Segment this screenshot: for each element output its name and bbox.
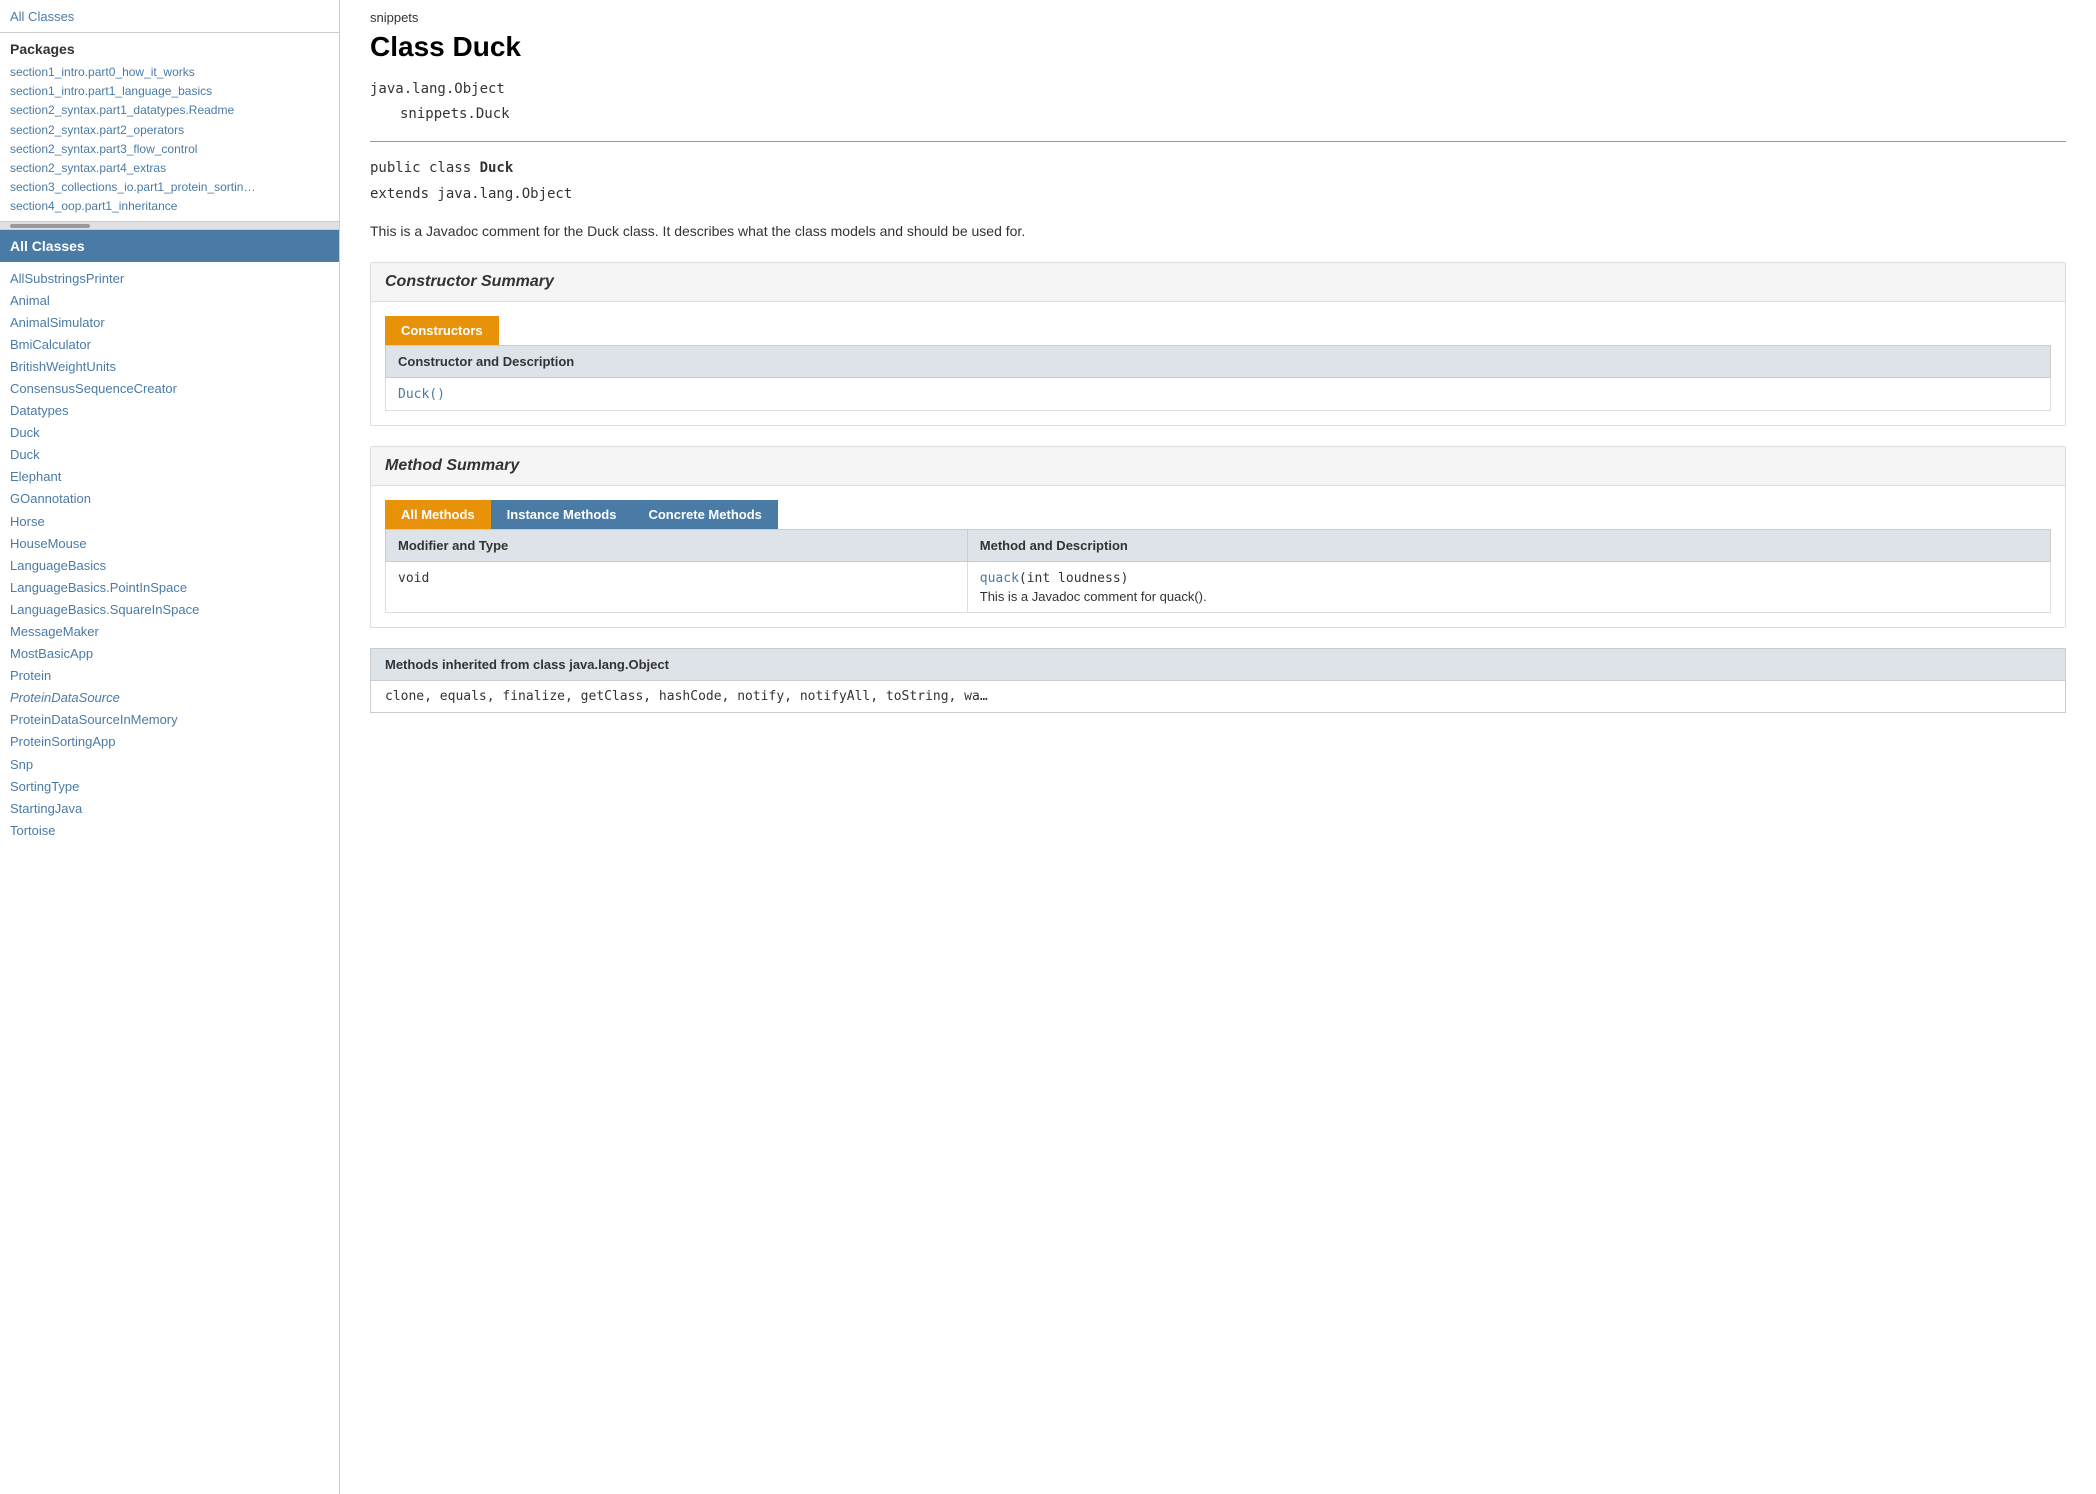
method-link[interactable]: quack: [980, 571, 1019, 586]
inherited-body: clone, equals, finalize, getClass, hashC…: [370, 680, 2066, 713]
class-list-item[interactable]: ProteinDataSource: [10, 687, 329, 709]
package-link[interactable]: section2_syntax.part1_datatypes.Readme: [10, 101, 329, 120]
package-link[interactable]: section1_intro.part0_how_it_works: [10, 63, 329, 82]
class-list-item[interactable]: SortingType: [10, 776, 329, 798]
constructor-summary: Constructor Summary Constructors Constru…: [370, 262, 2066, 426]
package-list: section1_intro.part0_how_it_workssection…: [10, 63, 329, 217]
package-link[interactable]: section2_syntax.part2_operators: [10, 121, 329, 140]
class-list-item[interactable]: StartingJava: [10, 798, 329, 820]
class-list-item[interactable]: MessageMaker: [10, 621, 329, 643]
class-list-item[interactable]: Animal: [10, 290, 329, 312]
class-list-item[interactable]: Datatypes: [10, 400, 329, 422]
method-col-header: Method and Description: [967, 529, 2050, 561]
all-classes-header-bar: All Classes: [0, 230, 339, 262]
breadcrumb: snippets: [370, 10, 2066, 25]
method-params: (int loudness): [1019, 571, 1129, 586]
class-list-item[interactable]: LanguageBasics.PointInSpace: [10, 577, 329, 599]
main-content: snippets Class Duck java.lang.Object sni…: [340, 0, 2096, 1494]
page-title: Class Duck: [370, 31, 2066, 63]
class-list-item[interactable]: ProteinDataSourceInMemory: [10, 709, 329, 731]
constructor-col-header: Constructor and Description: [386, 345, 2051, 377]
package-link[interactable]: section3_collections_io.part1_protein_so…: [10, 178, 329, 197]
method-tab[interactable]: Instance Methods: [491, 500, 633, 529]
class-list-item[interactable]: ConsensusSequenceCreator: [10, 378, 329, 400]
package-link[interactable]: section2_syntax.part4_extras: [10, 159, 329, 178]
class-list-item[interactable]: Horse: [10, 511, 329, 533]
class-list-item[interactable]: LanguageBasics.SquareInSpace: [10, 599, 329, 621]
method-summary: Method Summary All MethodsInstance Metho…: [370, 446, 2066, 628]
method-modifier: void: [398, 571, 429, 586]
method-table: Modifier and TypeMethod and Description …: [385, 529, 2051, 613]
class-list-item[interactable]: AllSubstringsPrinter: [10, 268, 329, 290]
method-summary-inner: All MethodsInstance MethodsConcrete Meth…: [371, 486, 2065, 627]
sig-classname: Duck: [480, 160, 514, 176]
method-col-header: Modifier and Type: [386, 529, 968, 561]
scrollbar-area: [0, 222, 339, 230]
constructor-link[interactable]: Duck(): [398, 387, 445, 402]
class-list-item[interactable]: BritishWeightUnits: [10, 356, 329, 378]
class-list-item[interactable]: BmiCalculator: [10, 334, 329, 356]
class-list-item[interactable]: Duck: [10, 422, 329, 444]
table-row: Duck(): [386, 377, 2051, 410]
inherited-header: Methods inherited from class java.lang.O…: [370, 648, 2066, 680]
top-nav: All Classes: [0, 0, 339, 33]
class-list-item[interactable]: GOannotation: [10, 488, 329, 510]
table-row: void quack(int loudness) This is a Javadoc…: [386, 561, 2051, 612]
method-summary-title: Method Summary: [371, 447, 2065, 486]
divider: [370, 141, 2066, 142]
class-list-item[interactable]: Duck: [10, 444, 329, 466]
method-tab[interactable]: All Methods: [385, 500, 491, 529]
method-tab-bar: All MethodsInstance MethodsConcrete Meth…: [385, 500, 2051, 529]
class-signature: public class Duck extends java.lang.Obje…: [370, 156, 2066, 206]
class-list-item[interactable]: Tortoise: [10, 820, 329, 842]
class-list-item[interactable]: Snp: [10, 754, 329, 776]
method-tab[interactable]: Concrete Methods: [632, 500, 777, 529]
sig-prefix: public class: [370, 160, 480, 176]
class-list-item[interactable]: Elephant: [10, 466, 329, 488]
packages-section: Packages section1_intro.part0_how_it_wor…: [0, 33, 339, 222]
constructor-tab-bar: Constructors: [385, 316, 2051, 345]
package-link[interactable]: section2_syntax.part3_flow_control: [10, 140, 329, 159]
constructors-tab[interactable]: Constructors: [385, 316, 499, 345]
scrollbar-thumb: [10, 224, 90, 228]
method-description-cell: quack(int loudness) This is a Javadoc com…: [967, 561, 2050, 612]
class-list-item[interactable]: Protein: [10, 665, 329, 687]
parent-class: java.lang.Object: [370, 81, 505, 97]
class-list-item[interactable]: LanguageBasics: [10, 555, 329, 577]
class-list: AllSubstringsPrinterAnimalAnimalSimulato…: [0, 262, 339, 1494]
class-list-item[interactable]: ProteinSortingApp: [10, 731, 329, 753]
sig-extends: extends java.lang.Object: [370, 186, 572, 202]
sidebar: All Classes Packages section1_intro.part…: [0, 0, 340, 1494]
inherited-section: Methods inherited from class java.lang.O…: [370, 648, 2066, 713]
method-modifier-cell: void: [386, 561, 968, 612]
inheritance-tree: java.lang.Object snippets.Duck: [370, 77, 2066, 127]
class-description: This is a Javadoc comment for the Duck c…: [370, 221, 2066, 242]
constructor-table: Constructor and Description Duck(): [385, 345, 2051, 411]
class-list-item[interactable]: MostBasicApp: [10, 643, 329, 665]
constructor-summary-title: Constructor Summary: [371, 263, 2065, 302]
all-classes-link[interactable]: All Classes: [10, 9, 74, 24]
package-link[interactable]: section1_intro.part1_language_basics: [10, 82, 329, 101]
package-link[interactable]: section4_oop.part1_inheritance: [10, 197, 329, 216]
current-class: snippets.Duck: [400, 106, 510, 122]
class-list-item[interactable]: HouseMouse: [10, 533, 329, 555]
method-desc: This is a Javadoc comment for quack().: [980, 589, 2038, 604]
constructor-summary-inner: Constructors Constructor and Description…: [371, 302, 2065, 425]
packages-heading: Packages: [10, 41, 329, 57]
class-list-item[interactable]: AnimalSimulator: [10, 312, 329, 334]
